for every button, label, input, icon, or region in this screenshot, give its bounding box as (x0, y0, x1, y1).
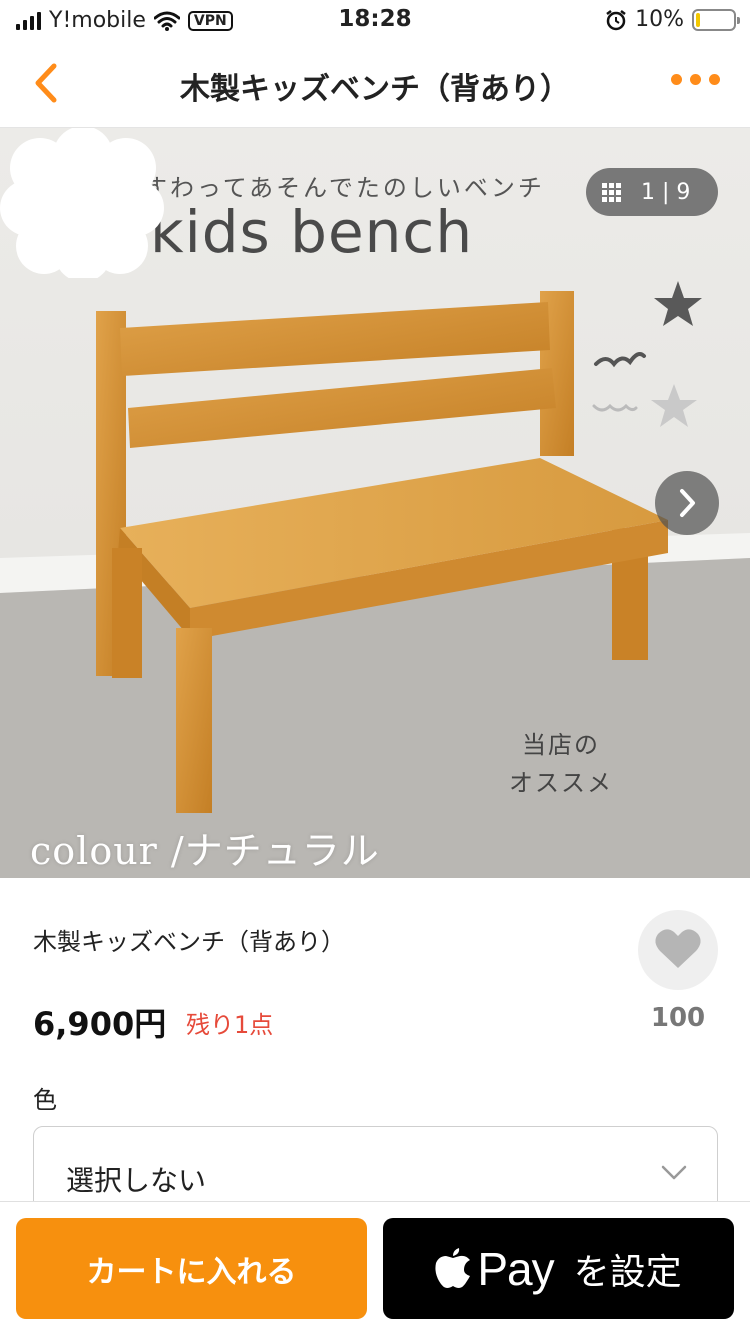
back-chevron-icon[interactable] (22, 58, 72, 108)
chevron-down-icon (661, 1165, 687, 1180)
apple-logo-icon (435, 1247, 471, 1288)
apple-pay-label: Pay (477, 1242, 554, 1295)
like-button[interactable] (638, 910, 718, 990)
stock-status: 残り1点 (186, 1011, 274, 1039)
apple-pay-setup-button[interactable]: Pay を設定 (383, 1218, 734, 1319)
recommend-badge-text: 当店の オススメ (478, 726, 644, 802)
recommend-badge (0, 128, 164, 278)
like-count: 100 (650, 1003, 706, 1033)
alarm-icon (606, 9, 626, 30)
battery-percent: 10% (635, 7, 684, 32)
add-to-cart-button[interactable]: カートに入れる (16, 1218, 367, 1319)
badge-line-1: 当店の (522, 731, 600, 759)
colour-caption: colour /ナチュラル (30, 829, 380, 873)
product-price: 6,900円 (33, 1005, 167, 1043)
add-to-cart-label: カートに入れる (86, 1254, 297, 1290)
image-title: kids bench (150, 198, 474, 266)
status-right: 10% (605, 7, 740, 32)
apple-pay-setup-label: を設定 (573, 1251, 682, 1293)
product-image-gallery[interactable]: すわってあそんでたのしいベンチ kids bench 1 | 9 当店の オスス… (0, 128, 750, 878)
image-counter-label: 1 | 9 (641, 179, 691, 205)
image-counter[interactable]: 1 | 9 (586, 168, 718, 216)
next-image-button[interactable] (655, 471, 719, 535)
grid-icon (602, 182, 621, 202)
battery-icon (692, 8, 740, 31)
status-bar: Y!mobile VPN 18:28 10% (0, 0, 750, 40)
badge-line-2: オススメ (509, 769, 613, 797)
color-select-value: 選択しない (66, 1164, 207, 1197)
nav-bar: 木製キッズベンチ（背あり） (0, 40, 750, 128)
chevron-right-icon (680, 489, 695, 517)
heart-icon (655, 929, 701, 968)
color-option-label: 色 (33, 1086, 57, 1114)
bottom-action-bar: カートに入れる Pay を設定 (0, 1201, 750, 1334)
more-menu-icon[interactable] (671, 74, 720, 85)
page-title: 木製キッズベンチ（背あり） (180, 72, 570, 107)
product-name: 木製キッズベンチ（背あり） (33, 928, 345, 956)
